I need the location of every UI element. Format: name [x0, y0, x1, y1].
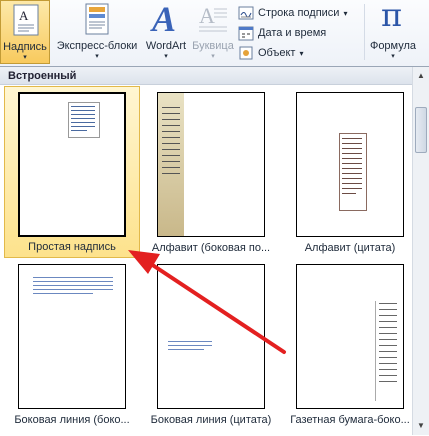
annotation-arrow-icon — [128, 250, 286, 354]
